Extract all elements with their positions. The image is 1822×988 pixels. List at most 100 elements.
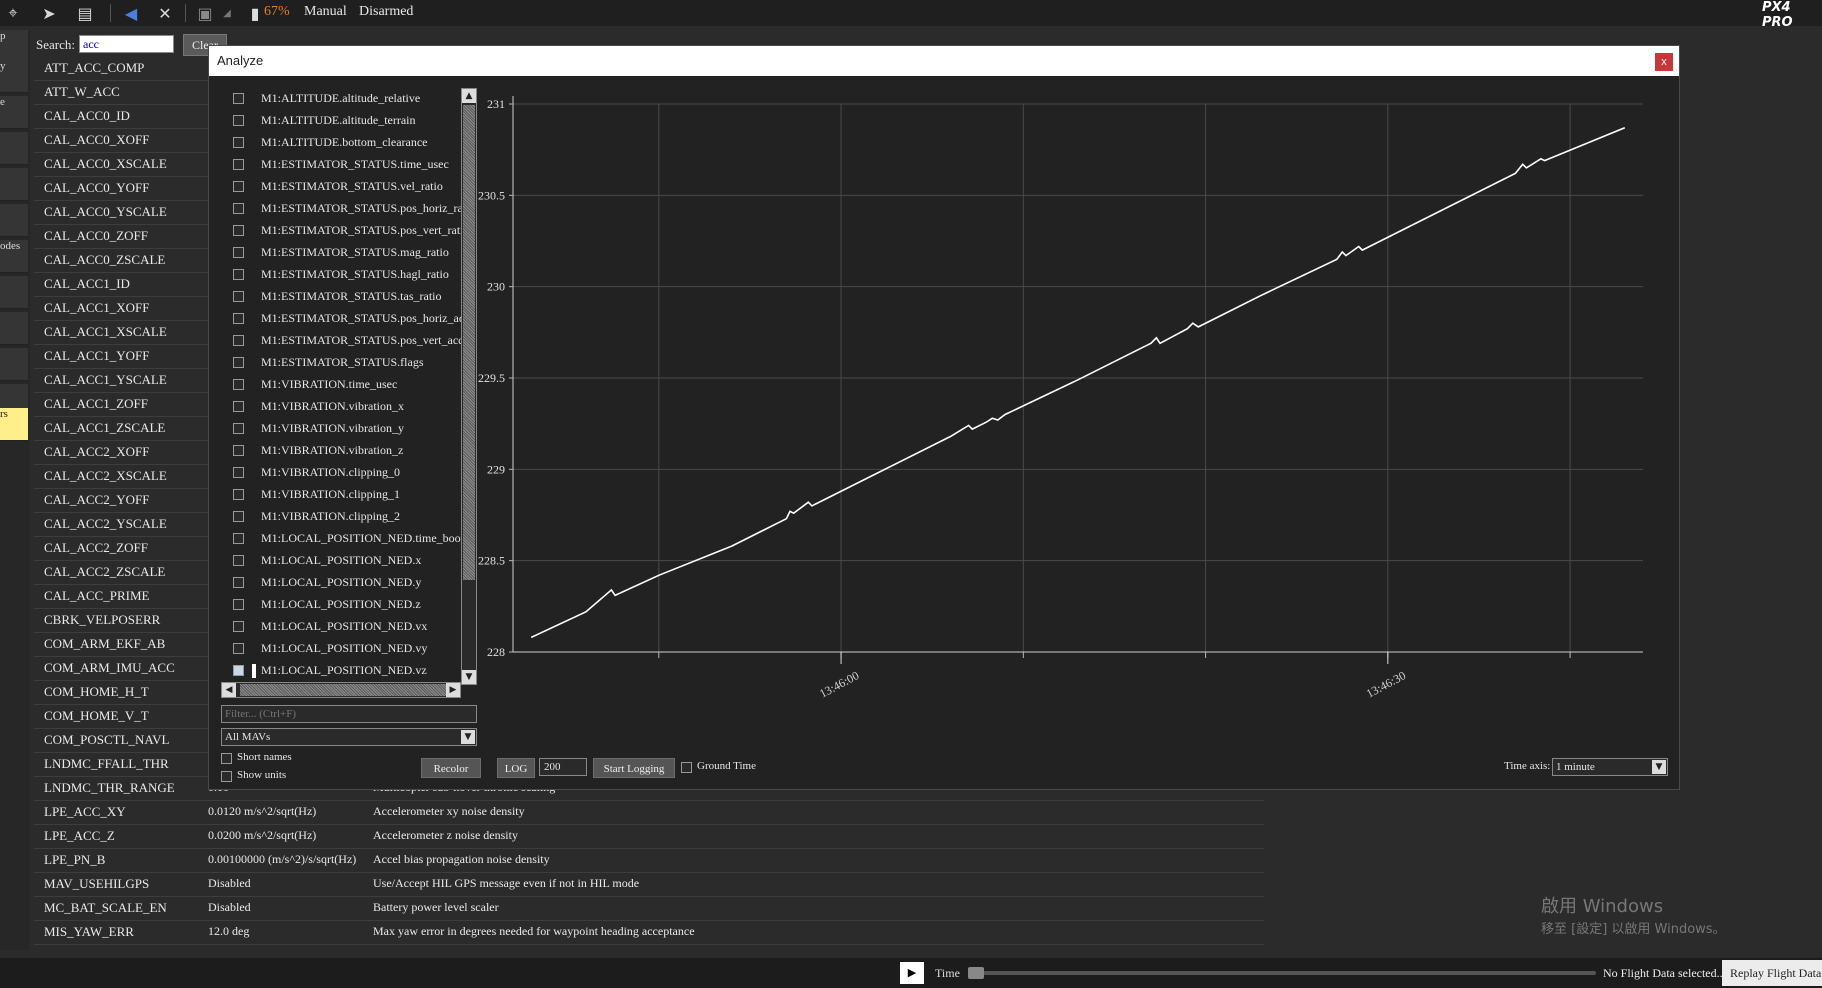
list-item[interactable]: M1:ESTIMATOR_STATUS.tas_ratio [221, 286, 467, 308]
series-checkbox[interactable] [233, 137, 244, 148]
list-item[interactable]: M1:ESTIMATOR_STATUS.flags [221, 352, 467, 374]
series-checkbox[interactable] [233, 489, 244, 500]
rail-item-8[interactable] [0, 276, 28, 309]
series-checkbox[interactable] [233, 577, 244, 588]
list-item[interactable]: M1:ESTIMATOR_STATUS.vel_ratio [221, 176, 467, 198]
battery-percent[interactable]: 67% [264, 4, 290, 20]
series-checkbox[interactable] [233, 159, 244, 170]
list-item[interactable]: M1:ESTIMATOR_STATUS.pos_horiz_rat [221, 198, 467, 220]
list-item[interactable]: M1:VIBRATION.clipping_2 [221, 506, 467, 528]
search-input[interactable] [79, 35, 174, 53]
series-checkbox[interactable] [233, 533, 244, 544]
paper-plane-icon[interactable]: ➤ [38, 3, 60, 23]
play-button[interactable]: ▶ [900, 962, 924, 984]
battery-icon[interactable]: ▮ [244, 3, 266, 23]
series-checkbox[interactable] [233, 313, 244, 324]
ground-time-checkbox[interactable] [681, 762, 692, 773]
series-checkbox[interactable] [233, 423, 244, 434]
tools-icon[interactable]: ✕ [154, 3, 176, 23]
series-checkbox[interactable] [233, 291, 244, 302]
table-row[interactable]: LPE_ACC_XY 0.0120 m/s^2/sqrt(Hz) Accelerom… [34, 800, 1264, 825]
list-item[interactable]: M1:LOCAL_POSITION_NED.vz [221, 660, 467, 682]
rail-item-7[interactable]: odes [0, 240, 28, 273]
list-item[interactable]: M1:ESTIMATOR_STATUS.time_usec [221, 154, 467, 176]
series-checkbox[interactable] [233, 357, 244, 368]
table-row[interactable]: MAV_USEHILGPS Disabled Use/Accept HIL GPS … [34, 872, 1264, 897]
list-item[interactable]: M1:ESTIMATOR_STATUS.pos_vert_ratio [221, 220, 467, 242]
show-units-checkbox[interactable] [221, 771, 232, 782]
start-logging-button[interactable]: Start Logging [593, 758, 675, 778]
table-row[interactable]: MIS_YAW_ERR 12.0 deg Max yaw error in degr… [34, 920, 1264, 945]
time-slider-handle[interactable] [968, 967, 984, 979]
list-item[interactable]: M1:LOCAL_POSITION_NED.y [221, 572, 467, 594]
rail-item-2[interactable]: y [0, 60, 28, 93]
close-button[interactable]: x [1655, 53, 1673, 71]
table-row[interactable]: MC_BAT_SCALE_EN Disabled Battery power lev… [34, 896, 1264, 921]
series-checkbox[interactable] [233, 643, 244, 654]
series-checkbox[interactable] [233, 203, 244, 214]
series-checkbox[interactable] [233, 511, 244, 522]
filter-input[interactable] [221, 705, 477, 723]
recolor-button[interactable]: Recolor [421, 758, 481, 778]
list-item[interactable]: M1:ALTITUDE.altitude_terrain [221, 110, 467, 132]
table-row[interactable]: LPE_ACC_Z 0.0200 m/s^2/sqrt(Hz) Accelerome… [34, 824, 1264, 849]
drone-icon[interactable]: ▣ [194, 3, 216, 23]
list-item[interactable]: M1:LOCAL_POSITION_NED.x [221, 550, 467, 572]
series-list-hscrollbar[interactable]: ◀ ▶ [221, 682, 461, 698]
replay-flight-data-button[interactable]: Replay Flight Data [1722, 960, 1822, 986]
rail-item-1[interactable]: p [0, 30, 28, 63]
rail-item-parameters[interactable]: rs [0, 408, 28, 441]
time-slider[interactable] [968, 971, 1596, 975]
plot-chart[interactable]: 231 230.5 230 229.5 229 228.5 228 13:46:00 13:46… [471, 84, 1671, 748]
list-item[interactable]: M1:ALTITUDE.bottom_clearance [221, 132, 467, 154]
list-item[interactable]: M1:VIBRATION.vibration_y [221, 418, 467, 440]
series-checkbox[interactable] [233, 269, 244, 280]
rail-item-4[interactable] [0, 132, 28, 165]
series-checkbox[interactable] [233, 379, 244, 390]
series-checkbox[interactable] [233, 599, 244, 610]
series-checkbox[interactable] [233, 665, 244, 676]
list-item[interactable]: M1:LOCAL_POSITION_NED.time_boot_ [221, 528, 467, 550]
series-checkbox[interactable] [233, 247, 244, 258]
list-item[interactable]: M1:ESTIMATOR_STATUS.hagl_ratio [221, 264, 467, 286]
short-names-checkbox[interactable] [221, 753, 232, 764]
list-item[interactable]: M1:LOCAL_POSITION_NED.vy [221, 638, 467, 660]
rail-item-10[interactable] [0, 348, 28, 381]
series-checkbox[interactable] [233, 401, 244, 412]
series-checkbox[interactable] [233, 181, 244, 192]
list-item[interactable]: M1:VIBRATION.time_usec [221, 374, 467, 396]
list-item[interactable]: M1:LOCAL_POSITION_NED.z [221, 594, 467, 616]
series-checkbox[interactable] [233, 555, 244, 566]
list-item[interactable]: M1:ESTIMATOR_STATUS.mag_ratio [221, 242, 467, 264]
series-checkbox[interactable] [233, 93, 244, 104]
series-checkbox[interactable] [233, 621, 244, 632]
list-item[interactable]: M1:VIBRATION.vibration_x [221, 396, 467, 418]
log-button[interactable]: LOG [497, 758, 535, 778]
series-checkbox[interactable] [233, 115, 244, 126]
mav-select[interactable]: All MAVs ▼ [221, 728, 477, 746]
series-checkbox[interactable] [233, 335, 244, 346]
log-interval-input[interactable] [539, 758, 587, 776]
list-item[interactable]: M1:LOCAL_POSITION_NED.vx [221, 616, 467, 638]
rail-item-5[interactable] [0, 168, 28, 201]
megaphone-icon[interactable]: ◀ [120, 3, 142, 23]
time-axis-select[interactable]: 1 minute ▼ [1552, 758, 1668, 776]
list-item[interactable]: M1:ESTIMATOR_STATUS.pos_horiz_acc [221, 308, 467, 330]
series-checkbox[interactable] [233, 467, 244, 478]
rail-item-6[interactable] [0, 204, 28, 237]
rail-item-3[interactable]: e [0, 96, 28, 129]
list-item[interactable]: M1:VIBRATION.clipping_0 [221, 462, 467, 484]
list-item[interactable]: M1:ALTITUDE.altitude_relative [221, 88, 467, 110]
document-search-icon[interactable]: ▤ [74, 3, 96, 23]
flight-mode[interactable]: Manual [304, 4, 347, 20]
rail-item-9[interactable] [0, 312, 28, 345]
hscrollbar-thumb[interactable] [240, 684, 450, 696]
list-item[interactable]: M1:ESTIMATOR_STATUS.pos_vert_accu [221, 330, 467, 352]
series-checkbox[interactable] [233, 225, 244, 236]
list-item[interactable]: M1:VIBRATION.vibration_z [221, 440, 467, 462]
list-item[interactable]: M1:VIBRATION.clipping_1 [221, 484, 467, 506]
map-marker-icon[interactable]: ⌖ [2, 3, 24, 23]
arm-state[interactable]: Disarmed [359, 4, 413, 20]
series-checkbox[interactable] [233, 445, 244, 456]
scroll-right-icon[interactable]: ▶ [446, 683, 460, 697]
